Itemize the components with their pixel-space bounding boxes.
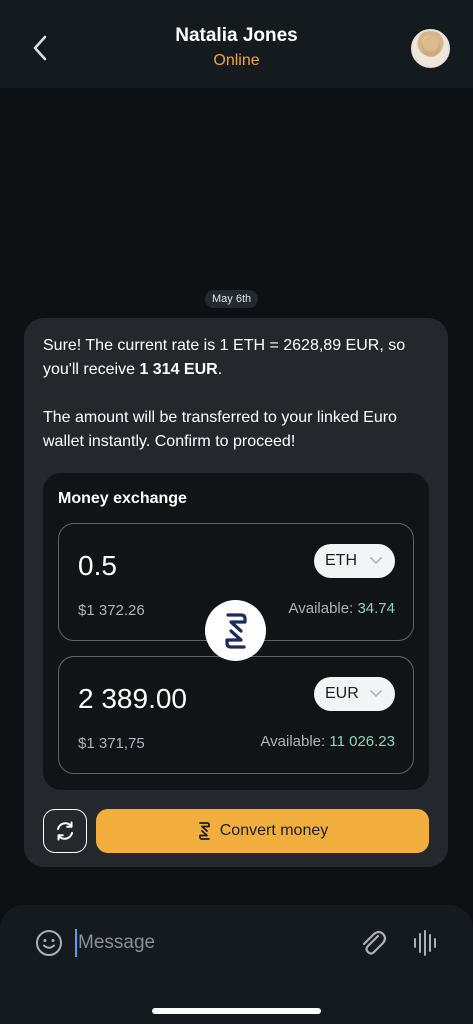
message-input[interactable]	[78, 927, 338, 959]
from-available-value: 34.74	[357, 600, 395, 617]
to-fiat-value: $1 371,75	[78, 735, 145, 752]
to-currency-select[interactable]: EUR	[314, 677, 395, 711]
swap-button[interactable]	[205, 600, 266, 661]
message-text-suffix: .	[217, 361, 223, 378]
refresh-icon	[57, 821, 73, 841]
waveform-icon[interactable]	[412, 929, 438, 957]
message-bubble: Sure! The current rate is 1 ETH = 2628,8…	[24, 318, 448, 867]
chevron-down-icon	[370, 557, 382, 564]
from-available: Available: 34.74	[289, 600, 396, 617]
text-cursor	[75, 929, 77, 957]
to-available: Available: 11 026.23	[260, 733, 395, 750]
card-title: Money exchange	[58, 490, 187, 507]
logo-swap-icon	[224, 612, 247, 649]
message-paragraph-1: Sure! The current rate is 1 ETH = 2628,8…	[43, 334, 435, 382]
from-fiat-value: $1 372.26	[78, 602, 145, 619]
from-currency-select[interactable]: ETH	[314, 544, 395, 578]
home-indicator	[152, 1008, 321, 1014]
message-paragraph-2: The amount will be transferred to your l…	[43, 409, 397, 450]
chevron-down-icon	[370, 690, 382, 697]
message-text-prefix: Sure! The current rate is 1 ETH = 2628,8…	[43, 337, 406, 378]
logo-icon	[198, 822, 210, 840]
refresh-button[interactable]	[43, 809, 87, 853]
message-text: Sure! The current rate is 1 ETH = 2628,8…	[43, 334, 435, 454]
from-currency-label: ETH	[325, 552, 357, 569]
chat-header: Natalia Jones Online	[0, 0, 473, 88]
message-amount-bold: 1 314 EUR	[139, 361, 218, 378]
smiley-icon[interactable]	[35, 929, 63, 957]
to-available-label: Available:	[260, 733, 326, 750]
to-amount[interactable]: 2 389.00	[78, 683, 187, 715]
message-composer	[0, 905, 473, 1024]
to-amount-field[interactable]: 2 389.00 $1 371,75 Available: 11 026.23 …	[58, 656, 414, 774]
contact-name: Natalia Jones	[175, 25, 298, 46]
from-available-label: Available:	[288, 600, 354, 617]
from-amount[interactable]: 0.5	[78, 550, 117, 582]
convert-money-button[interactable]: Convert money	[96, 809, 429, 853]
paperclip-icon[interactable]	[358, 927, 388, 959]
to-available-value: 11 026.23	[329, 733, 395, 750]
contact-status: Online	[213, 52, 260, 69]
date-separator: May 6th	[205, 290, 259, 308]
convert-money-label: Convert money	[219, 822, 329, 839]
avatar[interactable]	[411, 29, 450, 68]
money-exchange-card: Money exchange 0.5 $1 372.26 Available: …	[43, 473, 429, 790]
to-currency-label: EUR	[325, 685, 359, 702]
